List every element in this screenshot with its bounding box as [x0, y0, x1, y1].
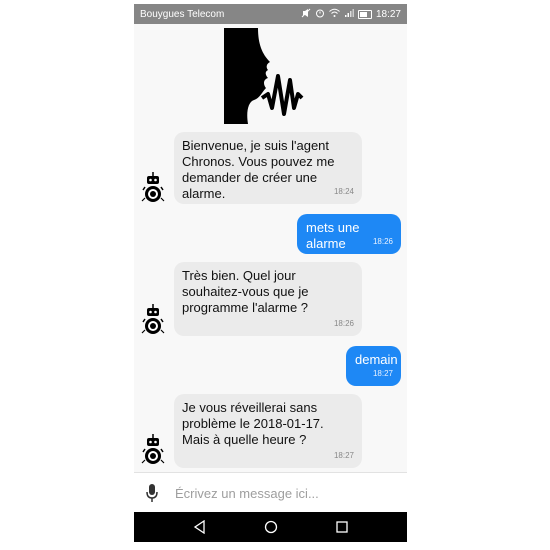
message-time: 18:26 [372, 237, 393, 246]
user-message: demain 18:27 [346, 346, 401, 386]
bot-avatar [140, 304, 166, 336]
phone-screen: Bouygues Telecom 18:27 Bienvenue, je sui… [134, 4, 407, 542]
chronos-logo [222, 28, 310, 124]
mute-icon [301, 8, 311, 20]
wifi-icon [329, 8, 340, 20]
message-input-bar [134, 472, 407, 513]
battery-icon [357, 9, 372, 19]
message-text: demain [355, 352, 398, 367]
bot-message: Bienvenue, je suis l'agent Chronos. Vous… [174, 132, 362, 204]
bot-message: Très bien. Quel jour souhaitez-vous que … [174, 262, 362, 336]
alarm-icon [315, 8, 325, 20]
microphone-icon[interactable] [145, 483, 159, 503]
message-text: mets une alarme [306, 220, 360, 251]
message-text: Très bien. Quel jour souhaitez-vous que … [182, 268, 309, 315]
message-time: 18:24 [333, 187, 354, 196]
status-time: 18:27 [375, 8, 401, 20]
message-time: 18:27 [372, 369, 393, 378]
recents-icon[interactable] [333, 518, 351, 536]
message-time: 18:27 [333, 451, 354, 460]
status-icons: 18:27 [301, 8, 401, 20]
user-message: mets une alarme 18:26 [297, 214, 401, 254]
navigation-bar [134, 512, 407, 542]
back-icon[interactable] [191, 518, 209, 536]
home-icon[interactable] [262, 518, 280, 536]
message-input[interactable] [173, 484, 377, 502]
message-time: 18:26 [333, 319, 354, 328]
status-bar: Bouygues Telecom 18:27 [134, 4, 407, 24]
bot-avatar [140, 172, 166, 204]
chat-area[interactable]: Bienvenue, je suis l'agent Chronos. Vous… [134, 24, 407, 472]
signal-icon [344, 8, 354, 20]
message-text: Bienvenue, je suis l'agent Chronos. Vous… [182, 138, 335, 201]
message-text: Je vous réveillerai sans problème le 201… [182, 400, 324, 447]
carrier-name: Bouygues Telecom [140, 8, 225, 20]
bot-avatar [140, 434, 166, 466]
bot-message: Je vous réveillerai sans problème le 201… [174, 394, 362, 468]
